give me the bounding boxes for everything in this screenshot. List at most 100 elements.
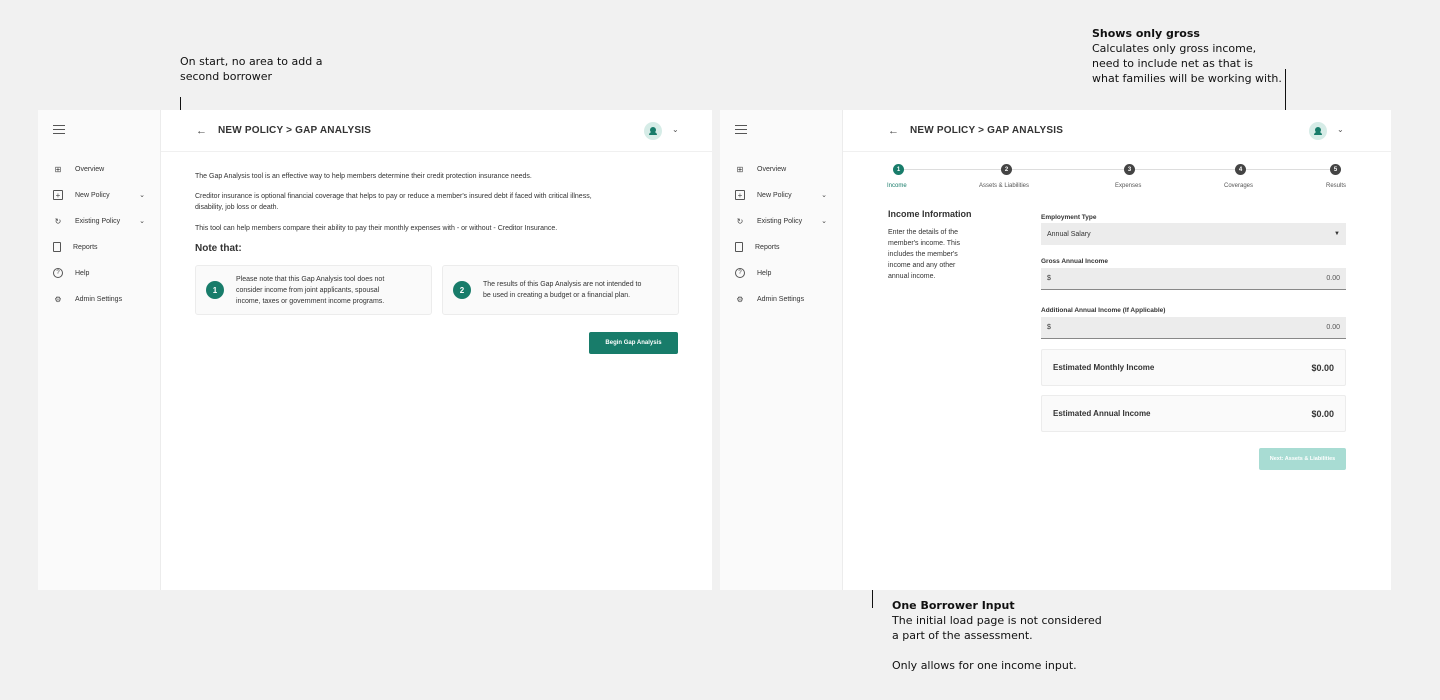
monthly-income-summary: Estimated Monthly Income $0.00 (1041, 349, 1346, 386)
sidebar-item-new-policy[interactable]: + New Policy ⌄ (38, 182, 160, 208)
back-arrow-icon[interactable]: ← (196, 125, 207, 137)
sidebar-item-reports[interactable]: Reports (38, 234, 160, 260)
income-screen: ⊞ Overview + New Policy ⌄ ↻ Existing Policy ⌄… (720, 110, 1391, 590)
annual-income-value: $0.00 (1311, 408, 1334, 419)
page-title: NEW POLICY > GAP ANALYSIS (218, 125, 372, 136)
description-line: income and any other (888, 262, 956, 269)
gear-icon: ⚙ (54, 294, 62, 304)
intro-screen: ⊞ Overview + New Policy ⌄ ↻ Existing Policy ⌄… (38, 110, 712, 590)
next-assets-liabilities-button[interactable]: Next: Assets & Liabilities (1259, 448, 1346, 470)
sidebar-item-new-policy[interactable]: + New Policy ⌄ (720, 182, 842, 208)
gross-income-input[interactable]: $ 0.00 (1041, 268, 1346, 290)
description-line: annual income. (888, 273, 936, 280)
employment-type-label: Employment Type (1041, 214, 1097, 221)
note-line: Please note that this Gap Analysis tool … (236, 275, 385, 283)
sidebar-nav: ⊞ Overview + New Policy ⌄ ↻ Existing Policy ⌄… (720, 156, 842, 312)
note-line: consider income from joint applicants, s… (236, 286, 380, 294)
monthly-income-value: $0.00 (1311, 362, 1334, 373)
sidebar-item-existing-policy[interactable]: ↻ Existing Policy ⌄ (38, 208, 160, 234)
sidebar-item-admin-settings[interactable]: ⚙ Admin Settings (38, 286, 160, 312)
hamburger-menu-icon[interactable] (53, 125, 65, 134)
intro-paragraph: This tool can help members compare their… (195, 225, 558, 232)
begin-gap-analysis-button[interactable]: Begin Gap Analysis (589, 332, 678, 354)
note-line: income, taxes or government income progr… (236, 297, 385, 305)
sidebar-item-existing-policy[interactable]: ↻ Existing Policy ⌄ (720, 208, 842, 234)
avatar[interactable] (1309, 122, 1327, 140)
chevron-down-icon[interactable]: ⌄ (821, 217, 827, 225)
gross-income-label: Gross Annual Income (1041, 258, 1108, 265)
sidebar-item-admin-settings[interactable]: ⚙ Admin Settings (720, 286, 842, 312)
chevron-down-icon[interactable]: ⌄ (672, 125, 679, 134)
sidebar-item-label: Admin Settings (75, 295, 123, 303)
annotation-line: Calculates only gross income, (1092, 42, 1257, 55)
chevron-down-icon[interactable]: ⌄ (139, 217, 145, 225)
step-results-label[interactable]: Results (1326, 183, 1346, 189)
sidebar: ⊞ Overview + New Policy ⌄ ↻ Existing Policy ⌄… (38, 110, 161, 590)
step-coverages-number[interactable]: 4 (1235, 164, 1246, 175)
sidebar-item-label: Admin Settings (757, 295, 805, 303)
annotation-line: On start, no area to add a (180, 55, 323, 68)
sidebar-item-label: Overview (75, 165, 105, 173)
annotation-line: Only allows for one income input. (892, 659, 1077, 672)
employment-type-select[interactable]: Annual Salary ▼ (1041, 223, 1346, 245)
step-assets-label[interactable]: Assets & Liabilities (979, 183, 1029, 189)
document-icon (53, 242, 61, 252)
help-icon: ? (53, 268, 63, 278)
refresh-icon: ↻ (736, 216, 744, 226)
step-assets-number[interactable]: 2 (1001, 164, 1012, 175)
step-expenses-label[interactable]: Expenses (1115, 183, 1141, 189)
sidebar-item-label: Help (757, 269, 772, 277)
sidebar-item-label: Overview (757, 165, 787, 173)
back-arrow-icon[interactable]: ← (888, 125, 899, 137)
chevron-down-icon[interactable]: ⌄ (139, 191, 145, 199)
annotation-line: what families will be working with. (1092, 72, 1282, 85)
step-coverages-label[interactable]: Coverages (1224, 183, 1253, 189)
currency-prefix: $ (1047, 324, 1051, 331)
annotation-line: The initial load page is not considered (892, 614, 1102, 627)
description-line: Enter the details of the (888, 229, 959, 236)
user-icon (650, 127, 656, 133)
annual-income-summary: Estimated Annual Income $0.00 (1041, 395, 1346, 432)
sidebar-item-label: Reports (755, 243, 780, 251)
grid-icon: ⊞ (736, 164, 744, 174)
gross-income-value: 0.00 (1326, 275, 1340, 282)
step-results-number[interactable]: 5 (1330, 164, 1341, 175)
intro-paragraph: Creditor insurance is optional financial… (195, 191, 592, 213)
annotation-title: Shows only gross (1092, 27, 1200, 40)
user-icon (1315, 127, 1321, 133)
additional-income-input[interactable]: $ 0.00 (1041, 317, 1346, 339)
sidebar-item-reports[interactable]: Reports (720, 234, 842, 260)
sidebar-item-overview[interactable]: ⊞ Overview (38, 156, 160, 182)
additional-income-label: Additional Annual Income (If Applicable) (1041, 307, 1166, 314)
grid-icon: ⊞ (54, 164, 62, 174)
note-number-badge: 2 (453, 281, 471, 299)
step-expenses-number[interactable]: 3 (1124, 164, 1135, 175)
note-number-badge: 1 (206, 281, 224, 299)
chevron-down-icon[interactable]: ⌄ (821, 191, 827, 199)
stepper-track (904, 169, 1330, 170)
step-income-number[interactable]: 1 (893, 164, 904, 175)
annotation-borrower-note: One Borrower Input The initial load page… (892, 598, 1102, 673)
annotation-line: need to include net as that is (1092, 57, 1254, 70)
gear-icon: ⚙ (736, 294, 744, 304)
annotation-title: One Borrower Input (892, 599, 1015, 612)
currency-prefix: $ (1047, 275, 1051, 282)
chevron-down-icon[interactable]: ⌄ (1337, 125, 1344, 134)
caret-down-icon: ▼ (1334, 231, 1340, 237)
intro-paragraph-line: Creditor insurance is optional financial… (195, 193, 592, 200)
sidebar-item-overview[interactable]: ⊞ Overview (720, 156, 842, 182)
refresh-icon: ↻ (54, 216, 62, 226)
note-heading: Note that: (195, 243, 242, 254)
sidebar-item-help[interactable]: ? Help (720, 260, 842, 286)
note-line: The results of this Gap Analysis are not… (483, 281, 642, 288)
employment-type-value: Annual Salary (1047, 230, 1091, 238)
sidebar: ⊞ Overview + New Policy ⌄ ↻ Existing Policy ⌄… (720, 110, 843, 590)
avatar[interactable] (644, 122, 662, 140)
intro-paragraph: The Gap Analysis tool is an effective wa… (195, 173, 532, 180)
document-icon (735, 242, 743, 252)
step-income-label[interactable]: Income (887, 183, 907, 189)
hamburger-menu-icon[interactable] (735, 125, 747, 134)
sidebar-item-help[interactable]: ? Help (38, 260, 160, 286)
page-title: NEW POLICY > GAP ANALYSIS (910, 125, 1064, 136)
sidebar-item-label: Existing Policy (75, 217, 121, 225)
